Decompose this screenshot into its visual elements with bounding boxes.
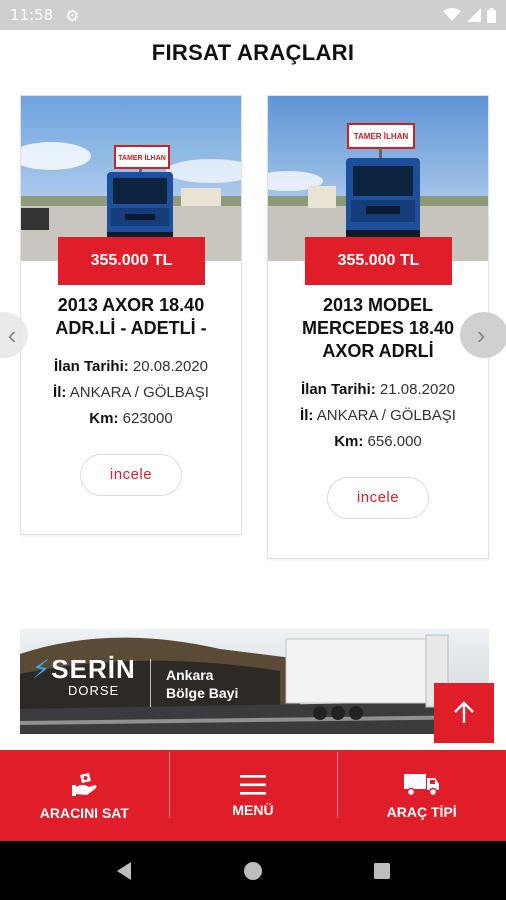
city-label: İl: xyxy=(53,384,67,401)
brand-name: SERİN xyxy=(51,654,136,684)
status-bar: 11:58 ⚙ xyxy=(0,0,506,30)
system-recents-button[interactable] xyxy=(362,851,402,891)
carousel-next-button[interactable]: › xyxy=(460,312,506,358)
km-row: Km: 623000 xyxy=(21,406,241,432)
status-icons xyxy=(443,7,496,23)
sign-text: TAMER İLHAN xyxy=(118,154,166,162)
city-value: ANKARA / GÖLBAŞI xyxy=(316,407,456,424)
system-home-button[interactable] xyxy=(233,851,273,891)
nav-vehicle-type-label: ARAÇ TİPİ xyxy=(386,803,457,820)
listing-date-value: 21.08.2020 xyxy=(379,381,455,398)
nav-menu-label: MENÜ xyxy=(232,801,274,818)
brand-sub: DORSE xyxy=(68,683,120,698)
settings-gear-icon: ⚙ xyxy=(65,5,80,25)
bottom-nav: ARACINI SAT MENÜ ARAÇ TİPİ xyxy=(0,750,506,841)
serin-logo: ⚡SERİN DORSE xyxy=(32,655,136,698)
battery-icon xyxy=(487,7,496,23)
arrow-up-icon xyxy=(454,701,474,723)
banner-line2: Bölge Bayi xyxy=(166,685,239,701)
nav-vehicle-type[interactable]: ARAÇ TİPİ xyxy=(337,750,506,841)
km-label: Km: xyxy=(89,410,119,427)
vehicle-card[interactable]: TAMER İLHAN 355.000 TL 2013 MODEL MERCED… xyxy=(267,95,489,559)
sign-text: TAMER İLHAN xyxy=(354,132,409,141)
listing-date-label: İlan Tarihi: xyxy=(54,358,129,375)
city-value: ANKARA / GÖLBAŞI xyxy=(69,384,209,401)
banner-divider xyxy=(150,659,151,707)
inspect-button[interactable]: incele xyxy=(80,454,182,496)
wifi-icon xyxy=(443,8,461,21)
recents-square-icon xyxy=(373,862,390,879)
menu-icon xyxy=(240,774,266,795)
status-time: 11:58 xyxy=(10,6,54,24)
listing-date-row: İlan Tarihi: 20.08.2020 xyxy=(21,354,241,380)
nav-sell-label: ARACINI SAT xyxy=(39,804,129,821)
banner-line1: Ankara xyxy=(166,667,214,683)
scroll-top-button[interactable] xyxy=(434,683,494,743)
vehicle-title[interactable]: 2013 AXOR 18.40 ADR.Lİ - ADETLİ - xyxy=(33,294,229,340)
price-badge: 355.000 TL xyxy=(58,237,205,285)
truck-icon xyxy=(403,773,439,796)
km-value: 623000 xyxy=(122,410,173,427)
banner-text: Ankara Bölge Bayi xyxy=(166,666,238,702)
inspect-button[interactable]: incele xyxy=(327,477,429,519)
chevron-right-icon: › xyxy=(476,319,486,350)
listing-date-row: İlan Tarihi: 21.08.2020 xyxy=(268,377,488,403)
vehicle-card[interactable]: TAMER İLHAN 355.000 TL 2013 AXOR 18.40 A… xyxy=(20,95,242,535)
km-value: 656.000 xyxy=(367,433,422,450)
city-label: İl: xyxy=(300,407,314,424)
km-row: Km: 656.000 xyxy=(268,429,488,455)
city-row: İl: ANKARA / GÖLBAŞI xyxy=(268,403,488,429)
listing-date-value: 20.08.2020 xyxy=(132,358,208,375)
nav-sell-vehicle[interactable]: ARACINI SAT xyxy=(0,750,169,841)
system-nav-bar xyxy=(0,841,506,900)
back-triangle-icon xyxy=(117,861,132,880)
lightning-icon: ⚡ xyxy=(32,654,52,684)
dealer-banner[interactable]: ⚡SERİN DORSE Ankara Bölge Bayi xyxy=(20,629,489,734)
page-title: FIRSAT ARAÇLARI xyxy=(151,40,355,65)
home-circle-icon xyxy=(243,861,262,880)
city-row: İl: ANKARA / GÖLBAŞI xyxy=(21,380,241,406)
system-back-button[interactable] xyxy=(104,851,144,891)
nav-menu[interactable]: MENÜ xyxy=(168,750,338,841)
price-badge: 355.000 TL xyxy=(305,237,452,285)
vehicle-title[interactable]: 2013 MODEL MERCEDES 18.40 AXOR ADRLİ xyxy=(280,294,476,363)
signal-icon xyxy=(467,8,481,22)
sell-vehicle-icon xyxy=(72,772,97,796)
km-label: Km: xyxy=(334,433,364,450)
chevron-left-icon: ‹ xyxy=(7,319,17,350)
listing-date-label: İlan Tarihi: xyxy=(301,381,376,398)
